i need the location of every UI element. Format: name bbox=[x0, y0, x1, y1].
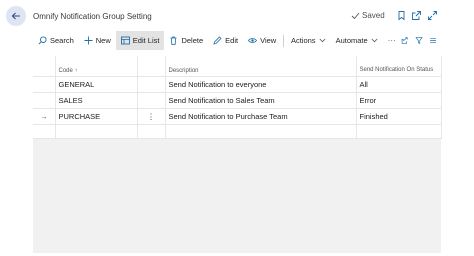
row-marker bbox=[33, 123, 56, 139]
expand-icon[interactable] bbox=[427, 10, 438, 21]
row-marker bbox=[33, 75, 56, 92]
share-icon[interactable] bbox=[401, 35, 409, 46]
delete-label: Delete bbox=[181, 36, 204, 45]
pencil-icon bbox=[213, 36, 222, 45]
new-button[interactable]: New bbox=[79, 31, 116, 50]
new-label: New bbox=[95, 36, 111, 45]
page-title: Omnify Notification Group Setting bbox=[33, 12, 152, 21]
toolbar-divider bbox=[283, 34, 284, 47]
code-column-header[interactable]: Code ↑ bbox=[55, 56, 138, 76]
search-button[interactable]: Search bbox=[33, 31, 79, 50]
search-label: Search bbox=[50, 36, 74, 45]
saved-status: Saved bbox=[351, 11, 385, 20]
code-cell[interactable]: SALES bbox=[55, 91, 138, 108]
status-cell[interactable]: All bbox=[356, 75, 442, 92]
bookmark-icon[interactable] bbox=[396, 10, 407, 21]
code-cell[interactable]: PURCHASE bbox=[55, 107, 138, 124]
view-button[interactable]: View bbox=[243, 31, 281, 50]
row-menu-cell bbox=[137, 91, 166, 108]
trash-icon bbox=[170, 36, 177, 45]
code-cell[interactable] bbox=[55, 123, 138, 139]
description-cell[interactable] bbox=[165, 123, 357, 139]
plus-icon bbox=[84, 36, 93, 45]
automate-label: Automate bbox=[335, 36, 368, 45]
row-marker bbox=[33, 91, 56, 108]
row-actions-button[interactable]: ⋮ bbox=[137, 107, 166, 124]
actions-label: Actions bbox=[290, 36, 316, 45]
action-toolbar: Search New Edit List Delete Edit View Ac… bbox=[33, 31, 441, 50]
filter-icon[interactable] bbox=[415, 35, 423, 46]
table-row[interactable]: GENERAL Send Notification to everyone Al… bbox=[33, 75, 442, 92]
row-menu-cell bbox=[137, 75, 166, 92]
automate-menu[interactable]: Automate bbox=[331, 31, 383, 50]
edit-button[interactable]: Edit bbox=[208, 31, 243, 50]
row-menu-header bbox=[137, 56, 166, 76]
selected-row-arrow-icon: → bbox=[33, 107, 56, 124]
status-cell[interactable]: Finished bbox=[356, 107, 442, 124]
status-cell[interactable]: Error bbox=[356, 91, 442, 108]
more-label: ··· bbox=[387, 36, 396, 45]
table-row[interactable]: SALES Send Notification to Sales Team Er… bbox=[33, 91, 442, 108]
open-new-window-icon[interactable] bbox=[411, 10, 422, 21]
table-row-selected[interactable]: → PURCHASE ⋮ Send Notification to Purcha… bbox=[33, 107, 442, 124]
chevron-down-icon bbox=[319, 38, 326, 43]
checkmark-icon bbox=[351, 12, 360, 19]
search-icon bbox=[38, 36, 47, 45]
delete-button[interactable]: Delete bbox=[164, 31, 208, 50]
eye-icon bbox=[248, 38, 258, 43]
actions-menu[interactable]: Actions bbox=[286, 31, 331, 50]
status-column-header[interactable]: Send Notification On Status bbox=[356, 56, 442, 76]
table-header-row: Code ↑ Description Send Notification On … bbox=[33, 56, 442, 76]
status-cell[interactable] bbox=[356, 123, 442, 139]
view-label: View bbox=[260, 36, 277, 45]
row-marker-header bbox=[33, 56, 56, 76]
more-options-button[interactable]: ··· bbox=[383, 31, 401, 50]
chevron-down-icon bbox=[371, 38, 378, 43]
description-cell[interactable]: Send Notification to Sales Team bbox=[165, 91, 357, 108]
arrow-left-icon bbox=[11, 12, 20, 20]
back-button[interactable] bbox=[6, 6, 26, 26]
description-cell[interactable]: Send Notification to everyone bbox=[165, 75, 357, 92]
list-view-icon[interactable] bbox=[429, 35, 437, 46]
edit-list-icon bbox=[120, 36, 130, 45]
edit-list-label: Edit List bbox=[132, 36, 160, 45]
code-cell[interactable]: GENERAL bbox=[55, 75, 138, 92]
description-column-header[interactable]: Description bbox=[165, 56, 357, 76]
edit-label: Edit bbox=[225, 36, 239, 45]
description-cell[interactable]: Send Notification to Purchase Team bbox=[165, 107, 357, 124]
saved-label: Saved bbox=[362, 11, 385, 20]
row-menu-cell bbox=[137, 123, 166, 139]
edit-list-button[interactable]: Edit List bbox=[115, 31, 165, 50]
new-row[interactable] bbox=[33, 123, 442, 139]
notification-group-table: Code ↑ Description Send Notification On … bbox=[33, 56, 442, 139]
